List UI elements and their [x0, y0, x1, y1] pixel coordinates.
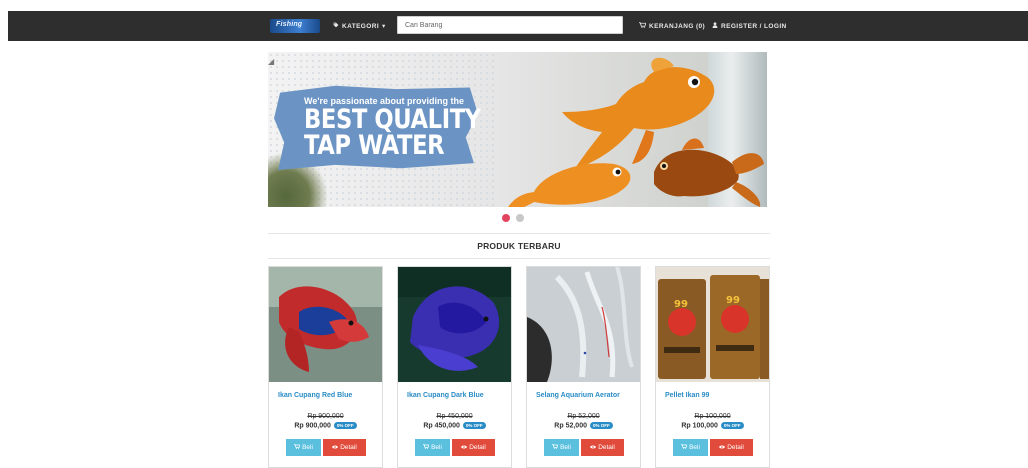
register-login-link[interactable]: REGISTER / LOGIN — [712, 22, 787, 30]
product-card[interactable]: Ikan Cupang Dark Blue Rp 450,000 Rp 450,… — [397, 266, 512, 468]
carousel-dot-1[interactable] — [502, 214, 510, 222]
cart-icon — [639, 22, 647, 30]
brand-logo[interactable]: Fishing — [270, 19, 320, 33]
detail-button[interactable]: Detail — [452, 439, 495, 456]
hero-headline-line-2: TAP WATER — [304, 130, 445, 161]
carousel-dot-2[interactable] — [516, 214, 524, 222]
product-name[interactable]: Ikan Cupang Dark Blue — [407, 392, 484, 399]
beli-label: Beli — [689, 444, 700, 451]
product-price-row: Rp 450,000 0% OFF — [398, 422, 511, 429]
kategori-label: KATEGORI — [342, 22, 380, 30]
product-price: Rp 900,000 — [294, 422, 331, 430]
discount-badge: 0% OFF — [589, 422, 613, 429]
top-navbar: Fishing KATEGORI ▾ KERANJANG (0) REGISTE… — [8, 11, 1028, 41]
eye-icon — [332, 444, 339, 451]
product-image[interactable] — [527, 267, 640, 382]
discount-badge: 0% OFF — [333, 422, 357, 429]
goldfish-image — [508, 57, 764, 207]
detail-label: Detail — [340, 444, 357, 451]
product-image[interactable] — [398, 267, 511, 382]
product-price: Rp 100,000 — [681, 422, 718, 430]
cart-icon — [423, 444, 430, 451]
beli-button[interactable]: Beli — [415, 439, 450, 456]
svg-text:99: 99 — [726, 295, 740, 306]
keranjang-link[interactable]: KERANJANG (0) — [639, 22, 705, 30]
keranjang-label: KERANJANG (0) — [649, 22, 706, 30]
product-price: Rp 52,000 — [554, 422, 587, 430]
register-login-label: REGISTER / LOGIN — [721, 22, 787, 30]
carousel-indicators — [502, 214, 524, 222]
kategori-dropdown[interactable]: KATEGORI ▾ — [333, 22, 386, 30]
detail-button[interactable]: Detail — [323, 439, 366, 456]
hero-corner-mark: ◢ — [268, 57, 275, 66]
cart-icon — [681, 444, 688, 451]
product-card[interactable]: Ikan Cupang Red Blue Rp 900,000 Rp 900,0… — [268, 266, 383, 468]
discount-badge: 0% OFF — [462, 422, 486, 429]
eye-icon — [590, 444, 597, 451]
user-icon — [712, 22, 718, 30]
svg-text:99: 99 — [674, 299, 688, 310]
detail-button[interactable]: Detail — [581, 439, 624, 456]
hero-carousel[interactable]: We're passionate about providing the BES… — [268, 52, 767, 207]
product-image[interactable] — [269, 267, 382, 382]
product-old-price: Rp 900,000 — [307, 413, 344, 420]
product-image[interactable]: 99 99 — [656, 267, 769, 382]
beli-button[interactable]: Beli — [544, 439, 579, 456]
product-price-row: Rp 900,000 0% OFF — [269, 422, 382, 429]
detail-label: Detail — [469, 444, 486, 451]
product-name[interactable]: Ikan Cupang Red Blue — [278, 392, 352, 399]
product-price: Rp 450,000 — [423, 422, 460, 430]
tag-icon — [333, 22, 339, 30]
eye-icon — [461, 444, 468, 451]
cart-icon — [552, 444, 559, 451]
search-input[interactable] — [397, 16, 623, 34]
beli-label: Beli — [431, 444, 442, 451]
chevron-down-icon: ▾ — [382, 23, 386, 30]
detail-button[interactable]: Detail — [710, 439, 753, 456]
beli-label: Beli — [302, 444, 313, 451]
detail-label: Detail — [598, 444, 615, 451]
detail-label: Detail — [727, 444, 744, 451]
product-name[interactable]: Selang Aquarium Aerator — [536, 392, 620, 399]
product-old-price: Rp 52,000 — [567, 413, 600, 420]
product-name[interactable]: Pellet Ikan 99 — [665, 392, 709, 399]
hero-headline-line-1: BEST QUALITY — [304, 104, 481, 135]
product-old-price: Rp 450,000 — [436, 413, 473, 420]
section-title: PRODUK TERBARU — [268, 233, 770, 259]
product-card[interactable]: Selang Aquarium Aerator Rp 52,000 Rp 52,… — [526, 266, 641, 468]
cart-icon — [294, 444, 301, 451]
beli-button[interactable]: Beli — [673, 439, 708, 456]
beli-label: Beli — [560, 444, 571, 451]
product-old-price: Rp 100,000 — [694, 413, 731, 420]
beli-button[interactable]: Beli — [286, 439, 321, 456]
product-price-row: Rp 100,000 0% OFF — [656, 422, 769, 429]
product-card[interactable]: 99 99 Pellet Ikan 99 Rp 100,000 Rp 100,0… — [655, 266, 770, 468]
brand-logo-text: Fishing — [276, 21, 303, 28]
discount-badge: 0% OFF — [720, 422, 744, 429]
product-price-row: Rp 52,000 0% OFF — [527, 422, 640, 429]
eye-icon — [719, 444, 726, 451]
